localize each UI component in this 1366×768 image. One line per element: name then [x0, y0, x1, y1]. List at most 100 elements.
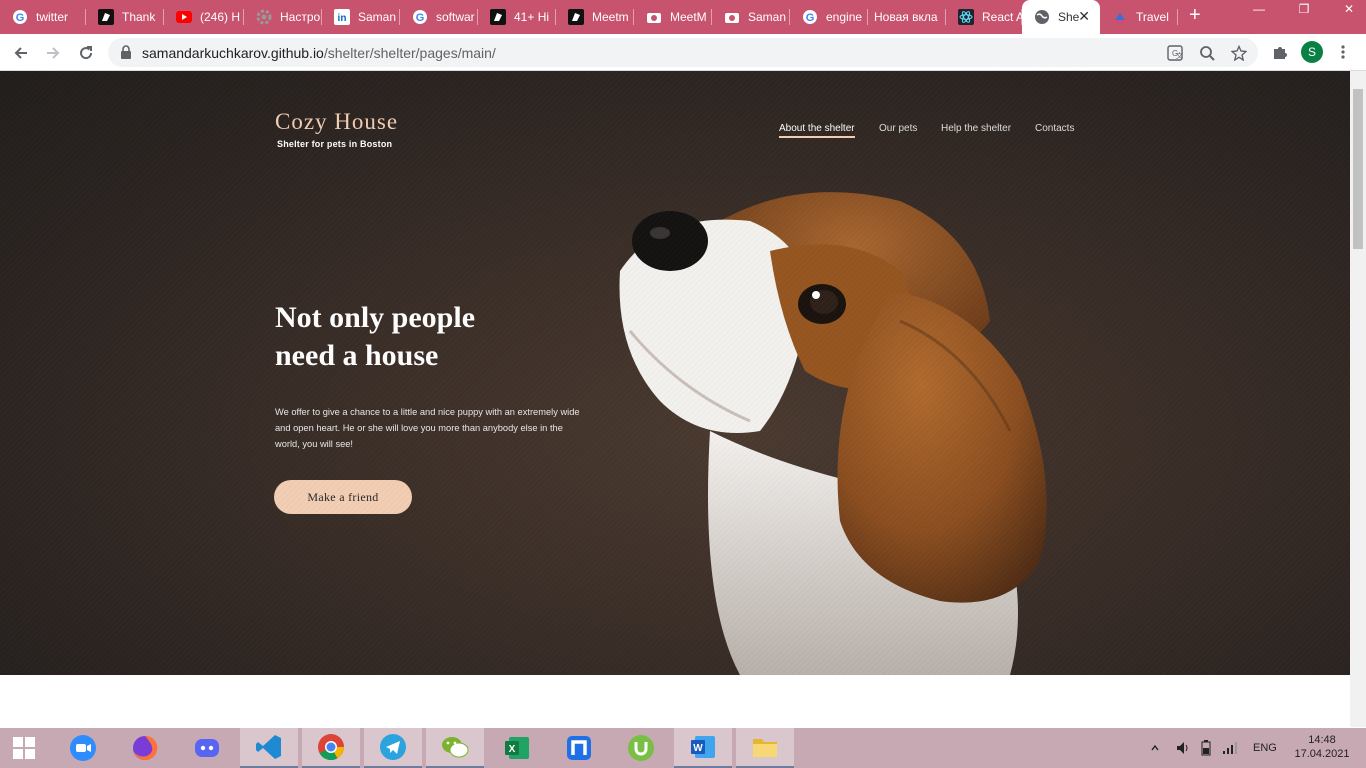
tab-title: Новая вкла — [874, 10, 938, 24]
make-a-friend-button[interactable]: Make a friend — [274, 480, 412, 514]
reload-icon[interactable] — [73, 40, 99, 66]
hero-description: We offer to give a chance to a little an… — [275, 407, 580, 449]
new-tab-button[interactable]: + — [1189, 4, 1201, 27]
bookmark-star-icon[interactable] — [1230, 44, 1248, 62]
browser-tab[interactable]: G engine — [790, 0, 868, 34]
jumping-horse-icon — [98, 9, 114, 25]
browser-tab[interactable]: Travel — [1100, 0, 1178, 34]
puppy-image — [619, 192, 1047, 675]
svg-text:文: 文 — [1176, 51, 1183, 60]
browser-tab[interactable]: React A — [946, 0, 1022, 34]
browser-tab[interactable]: Thank — [86, 0, 164, 34]
battery-icon[interactable] — [1199, 728, 1215, 768]
tab-title: engine — [826, 10, 863, 24]
camera-icon — [646, 9, 662, 25]
svg-text:W: W — [693, 743, 703, 754]
minimize-icon[interactable]: — — [1244, 0, 1274, 20]
browser-tab-strip: G twitter Thank (246) H Настро in Saman … — [0, 0, 1366, 34]
youtube-icon — [176, 9, 192, 25]
nav-contacts[interactable]: Contacts — [1035, 123, 1074, 134]
tab-title: MeetM — [670, 10, 707, 24]
headline-line-1: Not only people — [275, 301, 476, 334]
browser-tab-active[interactable]: She ✕ — [1022, 0, 1100, 34]
nav-about[interactable]: About the shelter — [779, 123, 855, 138]
browser-tab[interactable]: (246) H — [164, 0, 244, 34]
profile-avatar[interactable]: S — [1301, 41, 1323, 63]
address-bar[interactable]: samandarkuchkarov.github.io/shelter/shel… — [108, 38, 1258, 67]
zoom-icon[interactable] — [54, 728, 112, 768]
zoom-icon[interactable] — [1198, 44, 1216, 62]
tab-title: She — [1058, 10, 1080, 24]
firefox-icon[interactable] — [116, 728, 174, 768]
page-scrollbar[interactable] — [1350, 71, 1366, 727]
jumping-horse-icon — [568, 9, 584, 25]
nav-help[interactable]: Help the shelter — [941, 123, 1011, 134]
url-text: samandarkuchkarov.github.io/shelter/shel… — [142, 45, 496, 61]
browser-tab[interactable]: MeetM — [634, 0, 712, 34]
back-arrow-icon[interactable] — [8, 40, 34, 66]
browser-toolbar: samandarkuchkarov.github.io/shelter/shel… — [0, 34, 1366, 71]
discord-icon[interactable] — [178, 728, 236, 768]
svg-text:G: G — [16, 12, 25, 24]
network-icon[interactable] — [1222, 728, 1238, 768]
react-icon — [958, 9, 974, 25]
google-icon: G — [412, 9, 428, 25]
utorrent-icon[interactable] — [612, 728, 670, 768]
browser-tab[interactable]: Настро — [244, 0, 322, 34]
scrollbar-thumb[interactable] — [1353, 89, 1363, 249]
globe-icon — [1034, 9, 1050, 25]
system-clock[interactable]: 14:48 17.04.2021 — [1292, 733, 1352, 761]
close-window-icon[interactable]: ✕ — [1334, 0, 1364, 20]
vscode-icon[interactable] — [240, 728, 298, 768]
tab-title: 41+ Hi — [514, 10, 550, 24]
page-viewport: Cozy House Shelter for pets in Boston Ab… — [0, 71, 1350, 727]
tab-title: twitter — [36, 10, 69, 24]
browser-tab[interactable]: Saman — [712, 0, 790, 34]
chrome-icon[interactable] — [302, 728, 360, 768]
browser-tab[interactable]: 41+ Hi — [478, 0, 556, 34]
n-app-icon[interactable] — [550, 728, 608, 768]
browser-tab[interactable]: Meetm — [556, 0, 634, 34]
extensions-puzzle-icon[interactable] — [1271, 43, 1289, 61]
windows-taskbar: X W ENG 14:48 17.04.2021 — [0, 728, 1366, 768]
lock-icon — [120, 45, 132, 64]
logo-title[interactable]: Cozy House — [275, 109, 398, 135]
browser-tab[interactable]: Новая вкла — [868, 0, 946, 34]
file-explorer-icon[interactable] — [736, 728, 794, 768]
svg-text:X: X — [509, 744, 516, 755]
browser-tab[interactable]: G softwar — [400, 0, 478, 34]
camera-icon — [724, 9, 740, 25]
close-tab-icon[interactable]: ✕ — [1078, 8, 1090, 25]
svg-text:G: G — [806, 12, 815, 24]
show-hidden-icons-icon[interactable] — [1150, 728, 1160, 768]
nav-our-pets[interactable]: Our pets — [879, 123, 917, 134]
hero-headline: Not only people need a house — [275, 299, 605, 375]
forward-arrow-icon[interactable] — [40, 40, 66, 66]
excel-icon[interactable]: X — [488, 728, 546, 768]
svg-text:G: G — [416, 12, 425, 24]
headline-line-2: need a house — [275, 339, 439, 372]
volume-icon[interactable] — [1175, 728, 1191, 768]
input-language[interactable]: ENG — [1253, 728, 1277, 768]
url-path: /shelter/shelter/pages/main/ — [323, 45, 496, 61]
hero-section: Cozy House Shelter for pets in Boston Ab… — [0, 71, 1350, 675]
travel-icon — [1112, 9, 1128, 25]
tab-title: Thank — [122, 10, 156, 24]
telegram-icon[interactable] — [364, 728, 422, 768]
tab-title: (246) H — [200, 10, 241, 24]
clock-date: 17.04.2021 — [1294, 748, 1350, 760]
google-icon: G — [802, 9, 818, 25]
browser-tab[interactable]: in Saman — [322, 0, 400, 34]
windows-start-icon[interactable] — [0, 728, 48, 768]
word-icon[interactable]: W — [674, 728, 732, 768]
jumping-horse-icon — [490, 9, 506, 25]
tab-title: Настро — [280, 10, 321, 24]
tab-title: Saman — [358, 10, 397, 24]
svg-text:in: in — [338, 13, 347, 24]
more-menu-icon[interactable] — [1334, 43, 1352, 61]
browser-tab[interactable]: G twitter — [0, 0, 86, 34]
translate-icon[interactable]: G文 — [1166, 44, 1184, 62]
restore-icon[interactable]: ❐ — [1289, 0, 1319, 20]
wechat-icon[interactable] — [426, 728, 484, 768]
tab-title: softwar — [436, 10, 475, 24]
